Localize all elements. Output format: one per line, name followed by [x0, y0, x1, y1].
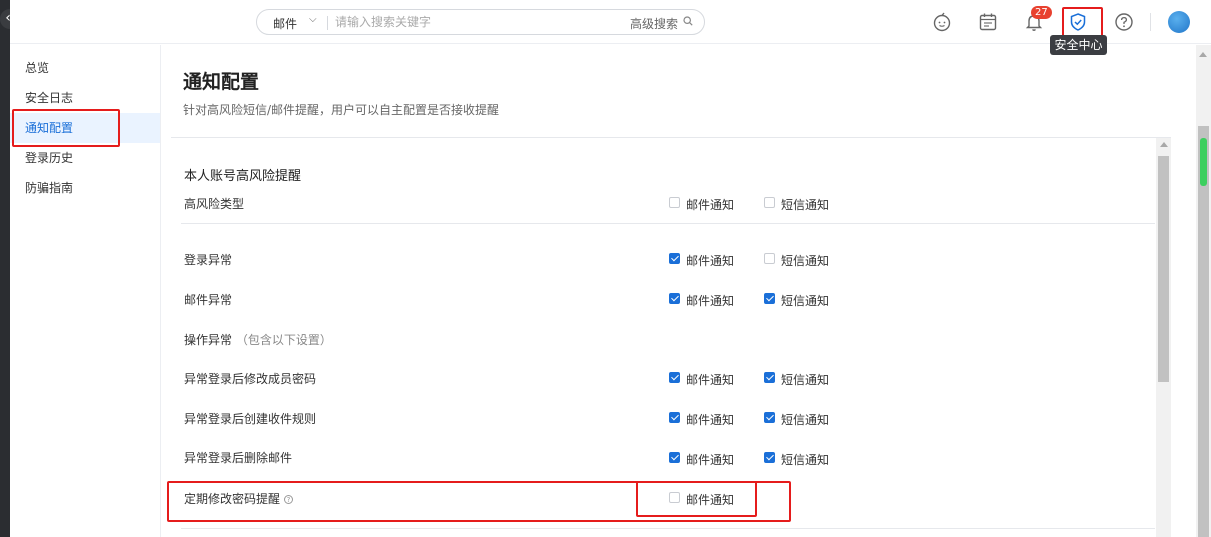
delete-mail-label: 异常登录后删除邮件 — [184, 451, 293, 465]
checkbox-label: 邮件通知 — [686, 373, 735, 387]
email-header-checkbox — [669, 197, 680, 208]
checkbox-label: 短信通知 — [781, 453, 830, 467]
operation-anomaly-note: （包含以下设置） — [235, 333, 332, 347]
search-input[interactable] — [335, 13, 615, 31]
page-description: 针对高风险短信/邮件提醒，用户可以自主配置是否接收提醒 — [183, 103, 500, 117]
modify-password-email-checkbox[interactable] — [669, 372, 680, 383]
row-divider — [181, 528, 1155, 529]
modify-password-sms-checkbox[interactable] — [764, 372, 775, 383]
checkbox-label: 邮件通知 — [686, 254, 735, 268]
checkbox-label: 邮件通知 — [686, 413, 735, 427]
email-header-label: 邮件通知 — [686, 198, 735, 212]
page-scrollbar[interactable] — [1196, 45, 1211, 537]
help-icon[interactable] — [1112, 10, 1136, 34]
login-anomaly-label: 登录异常 — [184, 253, 233, 267]
settings-panel: 本人账号高风险提醒 高风险类型 邮件通知 短信通知 登录异常 邮件通知 短信通知… — [171, 138, 1171, 537]
search-box: 邮件 ⌵ 高级搜索 — [256, 9, 705, 35]
left-strip — [0, 0, 10, 537]
login-anomaly-sms-checkbox[interactable] — [764, 253, 775, 264]
highlight-box — [1062, 7, 1103, 37]
calendar-icon[interactable] — [976, 10, 1000, 34]
mail-anomaly-email-checkbox[interactable] — [669, 293, 680, 304]
create-rule-sms-checkbox[interactable] — [764, 412, 775, 423]
highlight-box — [12, 109, 120, 147]
toolbar-divider — [1150, 13, 1151, 31]
sidebar-item-overview[interactable]: 总览 — [10, 53, 160, 83]
search-scope-label[interactable]: 邮件 — [273, 15, 297, 32]
chevron-down-icon[interactable]: ⌵ — [309, 14, 317, 25]
sidebar-item-anti-fraud-guide[interactable]: 防骗指南 — [10, 173, 160, 203]
main-content: 通知配置 针对高风险短信/邮件提醒，用户可以自主配置是否接收提醒 本人账号高风险… — [161, 45, 1196, 537]
notification-badge: 27 — [1031, 6, 1052, 19]
modify-password-label: 异常登录后修改成员密码 — [184, 372, 317, 386]
inner-scrollbar[interactable] — [1156, 138, 1171, 537]
create-rule-label: 异常登录后创建收件规则 — [184, 412, 317, 426]
row-divider — [181, 223, 1155, 224]
sidebar-item-login-history[interactable]: 登录历史 — [10, 143, 160, 173]
delete-mail-email-checkbox[interactable] — [669, 452, 680, 463]
scroll-up-icon[interactable] — [1199, 52, 1207, 57]
checkbox-label: 邮件通知 — [686, 294, 735, 308]
search-icon[interactable] — [683, 16, 693, 26]
advanced-search-link[interactable]: 高级搜索 — [630, 15, 678, 32]
sms-header-checkbox — [764, 197, 775, 208]
scroll-up-icon[interactable] — [1160, 142, 1168, 147]
page-scrollbar-thumb[interactable] — [1198, 126, 1209, 537]
inner-scrollbar-thumb[interactable] — [1158, 156, 1169, 382]
scroll-indicator — [1200, 138, 1207, 186]
section-title: 本人账号高风险提醒 — [184, 169, 302, 184]
delete-mail-sms-checkbox[interactable] — [764, 452, 775, 463]
checkbox-label: 短信通知 — [781, 254, 830, 268]
create-rule-email-checkbox[interactable] — [669, 412, 680, 423]
robot-icon[interactable] — [930, 10, 954, 34]
checkbox-label: 邮件通知 — [686, 453, 735, 467]
sms-header-label: 短信通知 — [781, 198, 830, 212]
mail-anomaly-sms-checkbox[interactable] — [764, 293, 775, 304]
search-divider — [327, 16, 328, 30]
checkbox-label: 短信通知 — [781, 294, 830, 308]
page-title: 通知配置 — [183, 71, 260, 93]
mail-anomaly-label: 邮件异常 — [184, 293, 233, 307]
checkbox-label: 短信通知 — [781, 413, 830, 427]
checkbox-label: 短信通知 — [781, 373, 830, 387]
highlight-box — [636, 481, 757, 517]
operation-anomaly-label: 操作异常 （包含以下设置） — [184, 331, 332, 348]
risk-type-header: 高风险类型 — [184, 197, 245, 211]
login-anomaly-email-checkbox[interactable] — [669, 253, 680, 264]
avatar[interactable] — [1168, 11, 1190, 33]
operation-anomaly-title: 操作异常 — [184, 333, 233, 347]
